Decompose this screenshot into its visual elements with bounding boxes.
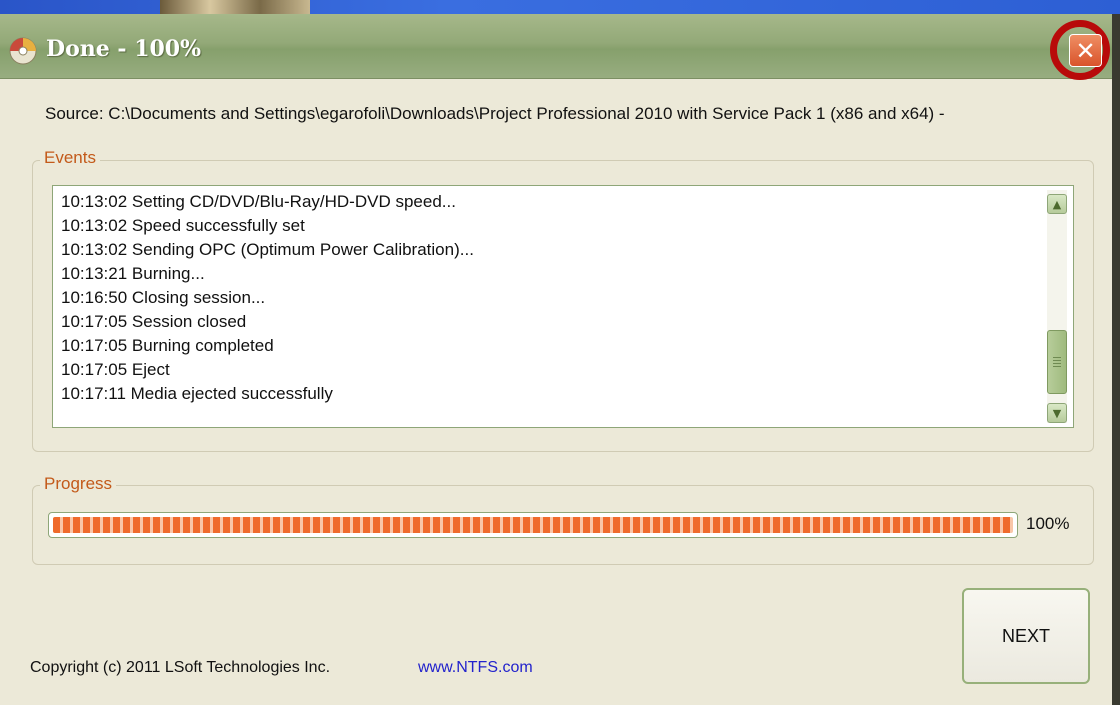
scroll-down-button[interactable]: ▼ — [1047, 403, 1067, 423]
scroll-up-button[interactable]: ▲ — [1047, 194, 1067, 214]
event-line: 10:17:11 Media ejected successfully — [61, 384, 333, 403]
progress-percent: 100% — [1026, 514, 1070, 533]
desktop-thumbnail — [160, 0, 310, 14]
events-log[interactable]: 10:13:02 Setting CD/DVD/Blu-Ray/HD-DVD s… — [52, 185, 1074, 428]
copyright-text: Copyright (c) 2011 LSoft Technologies In… — [30, 659, 331, 676]
website-link[interactable]: www.NTFS.com — [418, 659, 533, 677]
event-line: 10:17:05 Eject — [61, 360, 170, 379]
window-edge — [1112, 14, 1120, 705]
event-line: 10:17:05 Burning completed — [61, 336, 274, 355]
event-line: 10:13:02 Sending OPC (Optimum Power Cali… — [61, 240, 474, 259]
scroll-grip — [1053, 357, 1061, 367]
events-scrollbar[interactable]: ▲ ▼ — [1047, 190, 1067, 423]
chevron-down-icon: ▼ — [1052, 406, 1062, 420]
progress-fill — [53, 517, 1013, 533]
progress-bar — [48, 512, 1018, 538]
close-button[interactable]: ✕ — [1069, 34, 1102, 67]
events-group-label: Events — [40, 148, 100, 168]
chevron-up-icon: ▲ — [1052, 197, 1062, 211]
source-path: Source: C:\Documents and Settings\egarof… — [45, 104, 945, 123]
scroll-thumb[interactable] — [1047, 330, 1067, 394]
event-line: 10:17:05 Session closed — [61, 312, 247, 331]
event-line: 10:13:02 Setting CD/DVD/Blu-Ray/HD-DVD s… — [61, 192, 456, 211]
event-line: 10:13:02 Speed successfully set — [61, 216, 305, 235]
title-bar[interactable]: Done - 100% — [0, 14, 1112, 79]
close-icon: ✕ — [1075, 36, 1096, 65]
window-title: Done - 100% — [46, 36, 202, 62]
events-lines: 10:13:02 Setting CD/DVD/Blu-Ray/HD-DVD s… — [61, 190, 474, 406]
event-line: 10:13:21 Burning... — [61, 264, 205, 283]
event-line: 10:16:50 Closing session... — [61, 288, 266, 307]
progress-group-label: Progress — [40, 474, 117, 494]
disc-icon — [9, 37, 37, 65]
next-button[interactable]: NEXT — [962, 588, 1090, 684]
desktop-background — [0, 0, 1120, 14]
